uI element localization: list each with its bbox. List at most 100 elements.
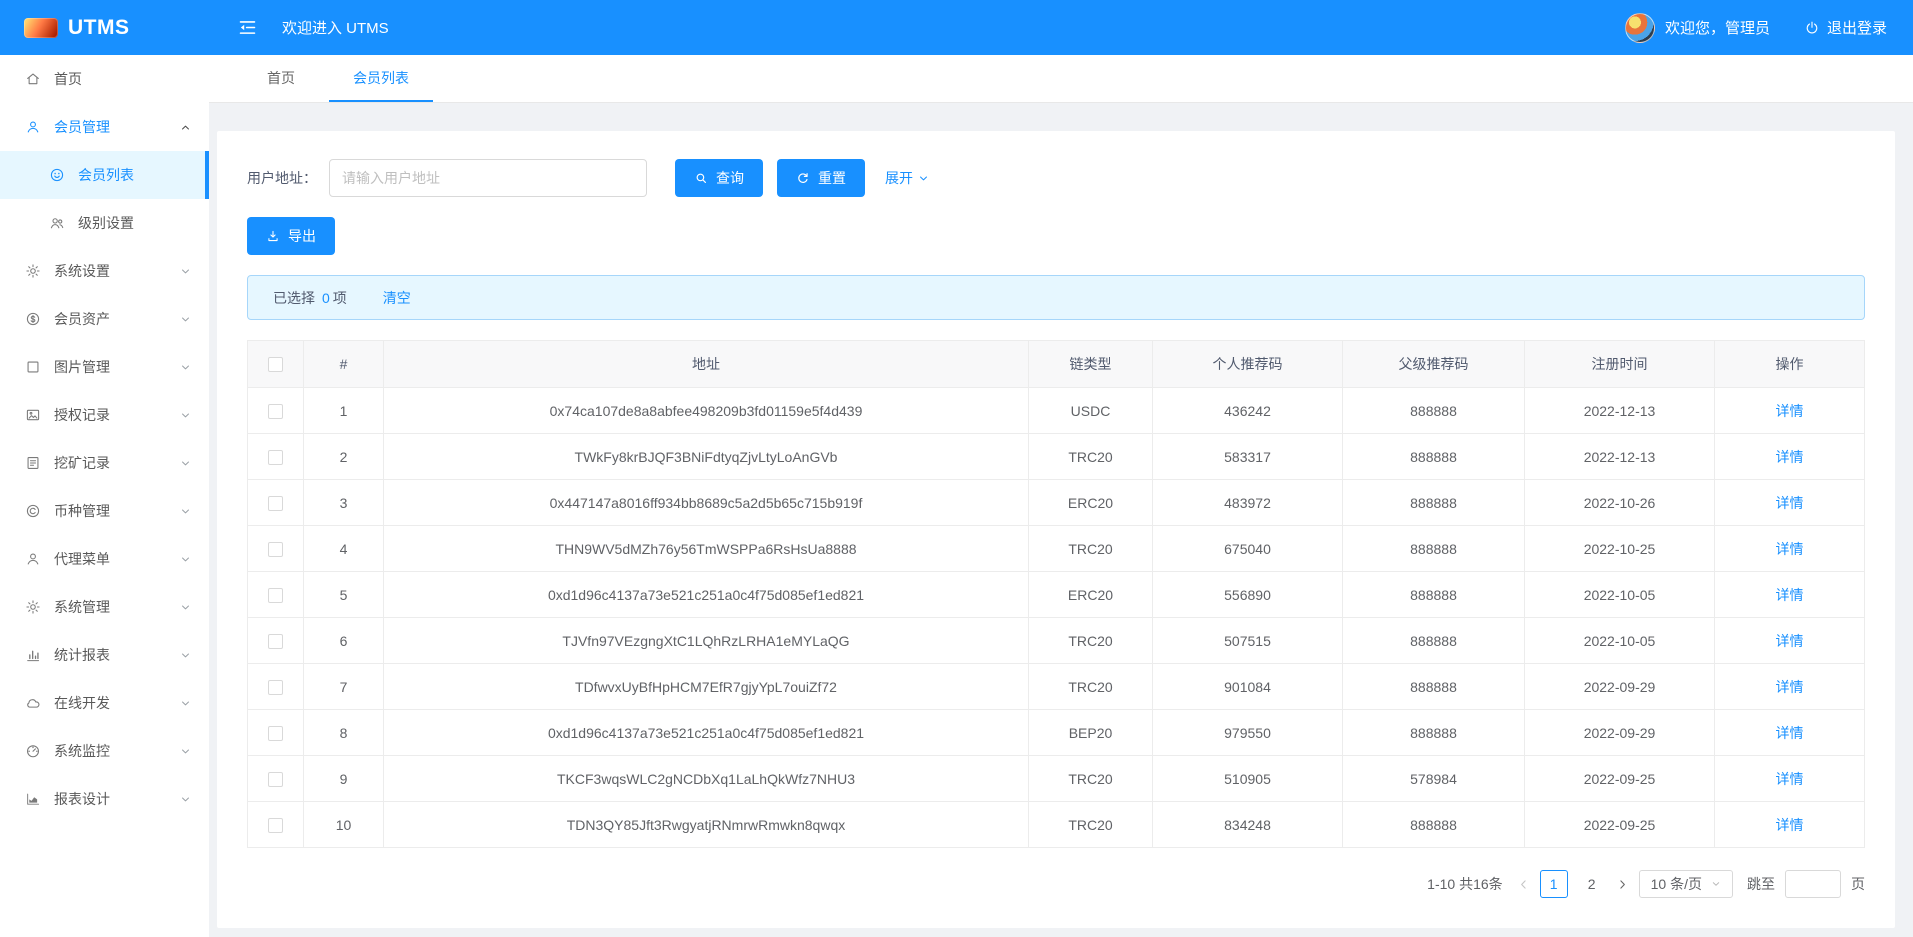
logo-icon	[24, 18, 58, 38]
detail-link[interactable]: 详情	[1776, 817, 1804, 833]
parent-referral-code-cell: 888888	[1343, 710, 1525, 756]
personal-referral-code-cell: 675040	[1153, 526, 1343, 572]
sidebar-item-authorization-records[interactable]: 授权记录	[0, 391, 209, 439]
gear-icon	[25, 263, 41, 279]
parent-referral-code-cell: 888888	[1343, 802, 1525, 848]
page-button-2[interactable]: 2	[1578, 870, 1606, 898]
checkbox-cell	[248, 802, 304, 848]
column-header: 地址	[384, 341, 1029, 388]
sidebar-item-image-management[interactable]: 图片管理	[0, 343, 209, 391]
table-row: 30x447147a8016ff934bb8689c5a2d5b65c715b9…	[248, 480, 1865, 526]
register-time-cell: 2022-12-13	[1525, 434, 1715, 480]
action-cell: 详情	[1715, 434, 1865, 480]
sidebar-subitem-member-list[interactable]: 会员列表	[0, 151, 209, 199]
search-button-label: 查询	[716, 168, 744, 188]
table-header-row: #地址链类型个人推荐码父级推荐码注册时间操作	[248, 341, 1865, 388]
welcome-text: 欢迎进入 UTMS	[282, 17, 389, 38]
detail-link[interactable]: 详情	[1776, 725, 1804, 741]
sidebar-item-system-settings[interactable]: 系统设置	[0, 247, 209, 295]
square-icon	[25, 359, 41, 375]
address-cell: 0x447147a8016ff934bb8689c5a2d5b65c715b91…	[384, 480, 1029, 526]
prev-page-icon[interactable]	[1517, 878, 1530, 891]
chevron-down-icon	[180, 314, 191, 325]
row-index: 8	[304, 710, 384, 756]
export-row: 导出	[247, 217, 1865, 255]
row-index: 3	[304, 480, 384, 526]
detail-link[interactable]: 详情	[1776, 587, 1804, 603]
detail-link[interactable]: 详情	[1776, 541, 1804, 557]
address-cell: TKCF3wqsWLC2gNCDbXq1LaLhQkWfz7NHU3	[384, 756, 1029, 802]
sidebar-item-system-management[interactable]: 系统管理	[0, 583, 209, 631]
selection-count: 0	[322, 290, 330, 306]
page-button-1[interactable]: 1	[1540, 870, 1568, 898]
row-checkbox[interactable]	[268, 680, 283, 695]
sidebar-item-system-monitor[interactable]: 系统监控	[0, 727, 209, 775]
row-checkbox[interactable]	[268, 726, 283, 741]
checkbox-cell	[248, 526, 304, 572]
detail-link[interactable]: 详情	[1776, 771, 1804, 787]
menu-fold-icon[interactable]	[237, 17, 258, 38]
address-input[interactable]	[329, 159, 647, 197]
member-list-card: 用户地址： 查询 重置 展开 导出	[217, 131, 1895, 928]
sidebar-subitem-level-settings[interactable]: 级别设置	[0, 199, 209, 247]
gear-icon	[25, 599, 41, 615]
next-page-icon[interactable]	[1616, 878, 1629, 891]
reset-icon	[796, 171, 810, 185]
sidebar-subitem-label: 级别设置	[78, 213, 134, 233]
column-header: #	[304, 341, 384, 388]
expand-link[interactable]: 展开	[885, 168, 929, 188]
sidebar-item-label: 挖矿记录	[54, 453, 110, 473]
detail-link[interactable]: 详情	[1776, 495, 1804, 511]
top-header: UTMS 欢迎进入 UTMS 欢迎您，管理员 退出登录	[0, 0, 1913, 55]
row-checkbox[interactable]	[268, 542, 283, 557]
sidebar-item-online-development[interactable]: 在线开发	[0, 679, 209, 727]
smile-icon	[49, 167, 65, 183]
sidebar-item-member-assets[interactable]: 会员资产	[0, 295, 209, 343]
jump-page-input[interactable]	[1785, 870, 1841, 898]
sidebar-item-home[interactable]: 首页	[0, 55, 209, 103]
export-button-label: 导出	[288, 226, 316, 246]
row-checkbox[interactable]	[268, 450, 283, 465]
row-checkbox[interactable]	[268, 772, 283, 787]
address-cell: THN9WV5dMZh76y56TmWSPPa6RsHsUa8888	[384, 526, 1029, 572]
chevron-down-icon	[180, 458, 191, 469]
select-all-checkbox[interactable]	[268, 357, 283, 372]
row-checkbox[interactable]	[268, 634, 283, 649]
sidebar-item-agent-menu[interactable]: 代理菜单	[0, 535, 209, 583]
reset-button[interactable]: 重置	[777, 159, 865, 197]
search-button[interactable]: 查询	[675, 159, 763, 197]
row-checkbox[interactable]	[268, 588, 283, 603]
clear-selection-link[interactable]: 清空	[383, 288, 411, 308]
sidebar-item-mining-records[interactable]: 挖矿记录	[0, 439, 209, 487]
detail-link[interactable]: 详情	[1776, 679, 1804, 695]
picture-icon	[25, 407, 41, 423]
selection-suffix: 项	[333, 288, 347, 308]
sidebar-item-report-design[interactable]: 报表设计	[0, 775, 209, 823]
sidebar-item-label: 图片管理	[54, 357, 110, 377]
row-checkbox[interactable]	[268, 496, 283, 511]
row-checkbox[interactable]	[268, 818, 283, 833]
detail-link[interactable]: 详情	[1776, 633, 1804, 649]
chevron-down-icon	[180, 266, 191, 277]
topbar-right: 欢迎您，管理员 退出登录	[1625, 13, 1913, 43]
sidebar-item-label: 会员管理	[54, 117, 110, 137]
sidebar-item-label: 系统监控	[54, 741, 110, 761]
sidebar-item-member-management[interactable]: 会员管理	[0, 103, 209, 151]
export-button[interactable]: 导出	[247, 217, 335, 255]
row-checkbox[interactable]	[268, 404, 283, 419]
sidebar: 首页会员管理会员列表级别设置系统设置会员资产图片管理授权记录挖矿记录币种管理代理…	[0, 55, 209, 937]
tab-home[interactable]: 首页	[243, 55, 319, 102]
sidebar-item-statistics-reports[interactable]: 统计报表	[0, 631, 209, 679]
page-size-select[interactable]: 10 条/页	[1639, 870, 1733, 898]
detail-link[interactable]: 详情	[1776, 403, 1804, 419]
tab-member-list[interactable]: 会员列表	[329, 55, 433, 102]
pagination-total: 1-10 共16条	[1427, 874, 1502, 894]
avatar[interactable]	[1625, 13, 1655, 43]
register-time-cell: 2022-10-26	[1525, 480, 1715, 526]
logout-button[interactable]: 退出登录	[1804, 17, 1887, 38]
jump-unit-label: 页	[1851, 874, 1865, 894]
chevron-down-icon	[180, 362, 191, 373]
detail-link[interactable]: 详情	[1776, 449, 1804, 465]
sidebar-item-coin-management[interactable]: 币种管理	[0, 487, 209, 535]
row-index: 10	[304, 802, 384, 848]
